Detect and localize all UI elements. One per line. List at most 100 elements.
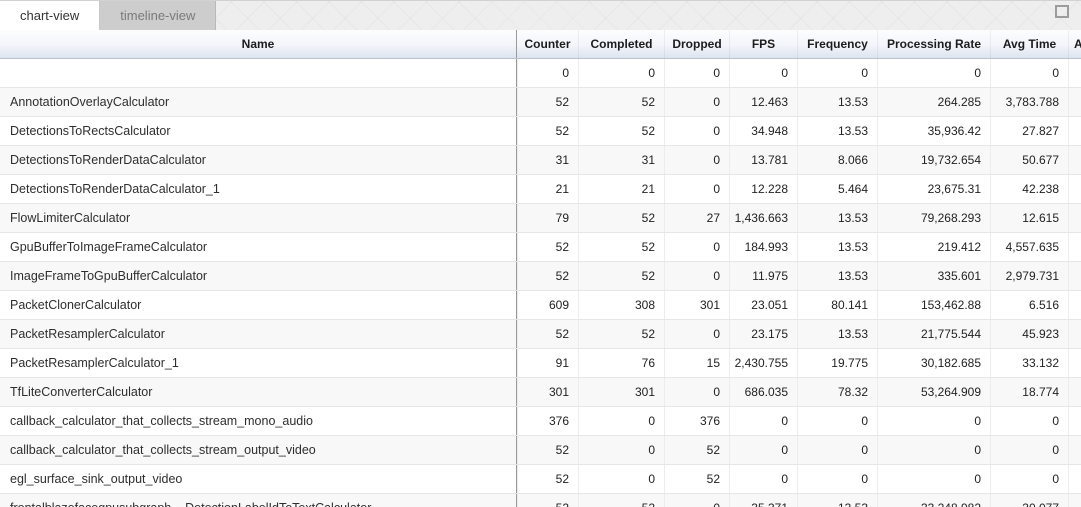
row-value: 3,783.788: [990, 88, 1068, 116]
tab-bar: chart-view timeline-view: [0, 0, 1081, 30]
column-header-completed[interactable]: Completed: [578, 30, 664, 58]
column-header-dropped[interactable]: Dropped: [664, 30, 729, 58]
row-value: 52: [578, 262, 664, 290]
row-value: 52: [578, 204, 664, 232]
row-value: 52: [578, 494, 664, 507]
table-row[interactable]: DetectionsToRenderDataCalculator_1212101…: [0, 175, 1081, 204]
row-value: 0: [877, 59, 990, 87]
tab-timeline-view-label: timeline-view: [120, 8, 195, 23]
row-value: 376: [664, 407, 729, 435]
row-value: 42.238: [990, 175, 1068, 203]
table-row[interactable]: AnnotationOverlayCalculator5252012.46313…: [0, 88, 1081, 117]
row-filler: [1068, 436, 1081, 464]
column-header-fps[interactable]: FPS: [729, 30, 797, 58]
row-filler: [1068, 233, 1081, 261]
tab-timeline-view[interactable]: timeline-view: [100, 1, 216, 30]
column-header-truncated[interactable]: A: [1068, 30, 1081, 58]
row-value: 0: [990, 407, 1068, 435]
column-header-counter[interactable]: Counter: [517, 30, 578, 58]
row-name: egl_surface_sink_output_video: [0, 465, 517, 493]
row-value: 184.993: [729, 233, 797, 261]
row-name: DetectionsToRenderDataCalculator_1: [0, 175, 517, 203]
row-value: 52: [517, 320, 578, 348]
row-value: 13.53: [797, 117, 877, 145]
row-filler: [1068, 146, 1081, 174]
row-value: 13.53: [797, 88, 877, 116]
table-row[interactable]: GpuBufferToImageFrameCalculator52520184.…: [0, 233, 1081, 262]
table-row[interactable]: TfLiteConverterCalculator3013010686.0357…: [0, 378, 1081, 407]
row-value: 335.601: [877, 262, 990, 290]
row-value: 52: [517, 88, 578, 116]
row-name: PacketResamplerCalculator: [0, 320, 517, 348]
row-value: 0: [664, 175, 729, 203]
row-value: 30.077: [990, 494, 1068, 507]
row-value: 52: [517, 465, 578, 493]
row-value: 609: [517, 291, 578, 319]
row-value: 45.923: [990, 320, 1068, 348]
row-value: 0: [578, 407, 664, 435]
row-value: 52: [517, 262, 578, 290]
row-filler: [1068, 407, 1081, 435]
row-value: 33.132: [990, 349, 1068, 377]
table-row[interactable]: callback_calculator_that_collects_stream…: [0, 407, 1081, 436]
row-filler: [1068, 320, 1081, 348]
row-filler: [1068, 378, 1081, 406]
row-value: 0: [990, 436, 1068, 464]
row-value: 52: [517, 117, 578, 145]
row-value: 13.53: [797, 262, 877, 290]
table-row[interactable]: FlowLimiterCalculator7952271,436.66313.5…: [0, 204, 1081, 233]
row-value: 21,775.544: [877, 320, 990, 348]
column-header-processing-rate[interactable]: Processing Rate: [877, 30, 990, 58]
row-value: 53,264.909: [877, 378, 990, 406]
row-value: 21: [578, 175, 664, 203]
table-row[interactable]: ImageFrameToGpuBufferCalculator5252011.9…: [0, 262, 1081, 291]
table-row[interactable]: DetectionsToRenderDataCalculator3131013.…: [0, 146, 1081, 175]
row-value: 0: [877, 407, 990, 435]
tab-chart-view-label: chart-view: [20, 8, 79, 23]
row-value: 4,557.635: [990, 233, 1068, 261]
row-value: 5.464: [797, 175, 877, 203]
maximize-icon[interactable]: [1055, 5, 1069, 18]
table-row[interactable]: frontalblazefacegpusubgraph__DetectionLa…: [0, 494, 1081, 507]
row-name: AnnotationOverlayCalculator: [0, 88, 517, 116]
row-value: 12.463: [729, 88, 797, 116]
table-row[interactable]: egl_surface_sink_output_video520520000: [0, 465, 1081, 494]
row-value: 13.781: [729, 146, 797, 174]
row-value: 686.035: [729, 378, 797, 406]
row-value: 19.775: [797, 349, 877, 377]
row-value: 52: [578, 88, 664, 116]
row-value: 301: [664, 291, 729, 319]
row-value: 23.175: [729, 320, 797, 348]
row-value: 19,732.654: [877, 146, 990, 174]
row-filler: [1068, 117, 1081, 145]
row-name: GpuBufferToImageFrameCalculator: [0, 233, 517, 261]
column-header-name[interactable]: Name: [0, 30, 517, 58]
table-row[interactable]: PacketResamplerCalculator5252023.17513.5…: [0, 320, 1081, 349]
row-value: 2,430.755: [729, 349, 797, 377]
row-value: 31: [578, 146, 664, 174]
tab-chart-view[interactable]: chart-view: [0, 1, 100, 30]
row-value: 52: [664, 436, 729, 464]
row-name: TfLiteConverterCalculator: [0, 378, 517, 406]
row-value: 301: [517, 378, 578, 406]
row-value: 18.774: [990, 378, 1068, 406]
row-value: 153,462.88: [877, 291, 990, 319]
column-header-frequency[interactable]: Frequency: [797, 30, 877, 58]
row-filler: [1068, 175, 1081, 203]
column-header-avg-time[interactable]: Avg Time: [990, 30, 1068, 58]
row-value: 76: [578, 349, 664, 377]
row-value: 0: [729, 436, 797, 464]
table-row[interactable]: PacketClonerCalculator60930830123.05180.…: [0, 291, 1081, 320]
row-value: 0: [797, 407, 877, 435]
profiler-window: chart-view timeline-view Name Counter Co…: [0, 0, 1081, 507]
row-value: 0: [990, 59, 1068, 87]
row-name: callback_calculator_that_collects_stream…: [0, 436, 517, 464]
row-value: 301: [578, 378, 664, 406]
table-row[interactable]: 0000000: [0, 59, 1081, 88]
row-name: frontalblazefacegpusubgraph__DetectionLa…: [0, 494, 517, 507]
row-value: 0: [664, 262, 729, 290]
table-row[interactable]: PacketResamplerCalculator_19176152,430.7…: [0, 349, 1081, 378]
table-row[interactable]: callback_calculator_that_collects_stream…: [0, 436, 1081, 465]
table-row[interactable]: DetectionsToRectsCalculator5252034.94813…: [0, 117, 1081, 146]
table-header: Name Counter Completed Dropped FPS Frequ…: [0, 30, 1081, 59]
